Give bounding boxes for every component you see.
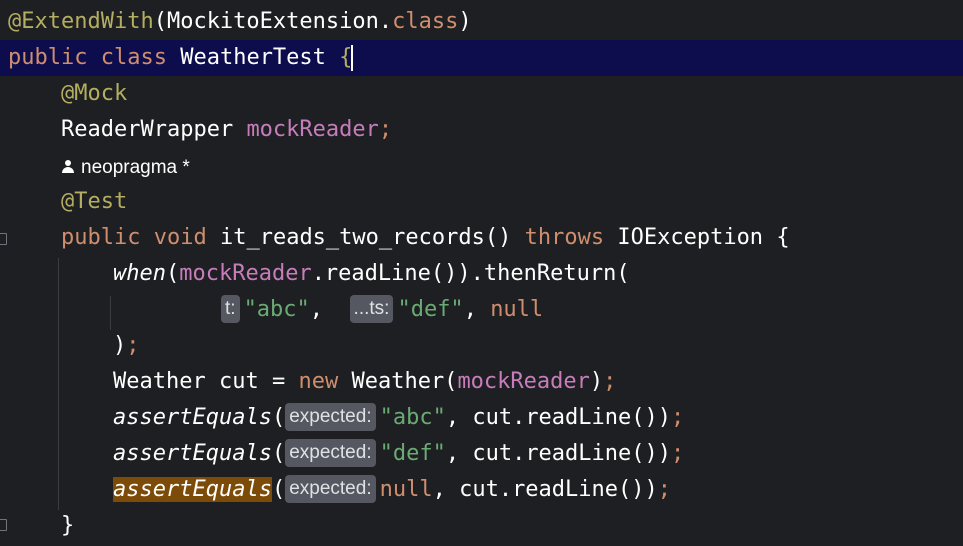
keyword: public <box>61 225 141 250</box>
semicolon: ; <box>671 441 685 466</box>
semicolon: ; <box>657 477 672 502</box>
code-line-3[interactable]: @Mock <box>0 76 963 112</box>
author-marker: * <box>182 157 190 178</box>
keyword: null <box>379 477 433 502</box>
punct: , <box>463 297 477 322</box>
keyword: void <box>153 225 207 250</box>
annotation: @Mock <box>61 81 128 106</box>
code-line-9[interactable]: ); <box>0 328 963 364</box>
parameter-hint: expected: <box>285 403 376 431</box>
code-line-13[interactable]: assertEquals(expected: null, cut.readLine… <box>0 472 963 508</box>
method-call: when <box>113 261 166 286</box>
code-line-7[interactable]: when(mockReader.readLine()).thenReturn( <box>0 256 963 292</box>
code-line-6[interactable]: public void it_reads_two_records() throw… <box>0 220 963 256</box>
parameter-hint: expected: <box>285 439 376 467</box>
keyword: public <box>8 45 88 70</box>
type-name: Weather <box>113 369 206 394</box>
punct: ( <box>271 441 286 466</box>
semicolon: ; <box>126 333 140 358</box>
punct: ( <box>271 405 286 430</box>
type-name: ReaderWrapper <box>61 117 234 142</box>
code-editor[interactable]: @ExtendWith(MockitoExtension.class) publ… <box>0 0 963 546</box>
method-call-highlighted: assertEquals <box>113 477 272 502</box>
semicolon: ; <box>603 369 617 394</box>
keyword: new <box>298 369 339 394</box>
class-name: WeatherTest <box>180 45 326 70</box>
string-literal: "def" <box>397 297 464 322</box>
code-line-14[interactable]: } <box>0 508 963 544</box>
keyword: class <box>392 9 459 34</box>
parameter-hint: t: <box>221 295 240 323</box>
code-line-2-current[interactable]: public class WeatherTest { <box>0 40 963 76</box>
class-name: IOException <box>617 225 764 250</box>
field-name: mockReader <box>179 261 312 286</box>
code-author-hint[interactable]: neopragma * <box>61 150 190 186</box>
annotation: @Test <box>61 189 128 214</box>
punct: ( <box>271 477 286 502</box>
keyword: throws <box>524 225 605 250</box>
method-call: , cut.readLine()) <box>445 405 672 430</box>
operator: = <box>271 369 286 394</box>
field-name: mockReader <box>457 369 590 394</box>
code-line-5[interactable]: @Test <box>0 184 963 220</box>
method-name: it_reads_two_records <box>219 225 485 250</box>
code-line-4[interactable]: ReaderWrapper mockReader; <box>0 112 963 148</box>
parameter-hint: expected: <box>285 475 376 503</box>
punct: ( <box>153 9 167 34</box>
string-literal: "abc" <box>379 405 446 430</box>
keyword: class <box>100 45 167 70</box>
code-line-10[interactable]: Weather cut = new Weather(mockReader); <box>0 364 963 400</box>
code-line-11[interactable]: assertEquals(expected: "abc", cut.readLin… <box>0 400 963 436</box>
field-name: mockReader <box>246 117 379 142</box>
method-call: assertEquals <box>113 441 272 466</box>
method-call: .readLine()).thenReturn( <box>311 261 630 286</box>
class-name: MockitoExtension <box>166 9 379 34</box>
parameter-hint: ...ts: <box>349 295 394 323</box>
brace: { <box>776 225 790 250</box>
method-call: assertEquals <box>113 405 272 430</box>
punct: , <box>309 297 324 322</box>
string-literal: "def" <box>379 441 446 466</box>
author-name: neopragma <box>81 157 178 178</box>
string-literal: "abc" <box>243 297 310 322</box>
method-call: , cut.readLine()) <box>432 477 658 502</box>
punct: ) <box>458 9 472 34</box>
punct: ( <box>165 261 180 286</box>
annotation: @ExtendWith <box>8 9 154 34</box>
punct: ) <box>113 333 127 358</box>
punct: . <box>378 9 393 34</box>
variable: cut <box>218 369 259 394</box>
person-icon <box>61 160 75 174</box>
constructor-call: Weather( <box>351 369 458 394</box>
punct: ) <box>589 369 604 394</box>
keyword: null <box>490 297 544 322</box>
semicolon: ; <box>378 117 393 142</box>
punct: () <box>484 225 512 250</box>
code-line-1[interactable]: @ExtendWith(MockitoExtension.class) <box>0 4 963 40</box>
code-line-12[interactable]: assertEquals(expected: "def", cut.readLin… <box>0 436 963 472</box>
brace: { <box>339 45 353 70</box>
method-call: , cut.readLine()) <box>445 441 672 466</box>
semicolon: ; <box>671 405 685 430</box>
brace: } <box>61 513 75 538</box>
code-line-8[interactable]: t: "abc", ...ts: "def", null <box>0 292 963 328</box>
text-caret <box>351 45 354 71</box>
